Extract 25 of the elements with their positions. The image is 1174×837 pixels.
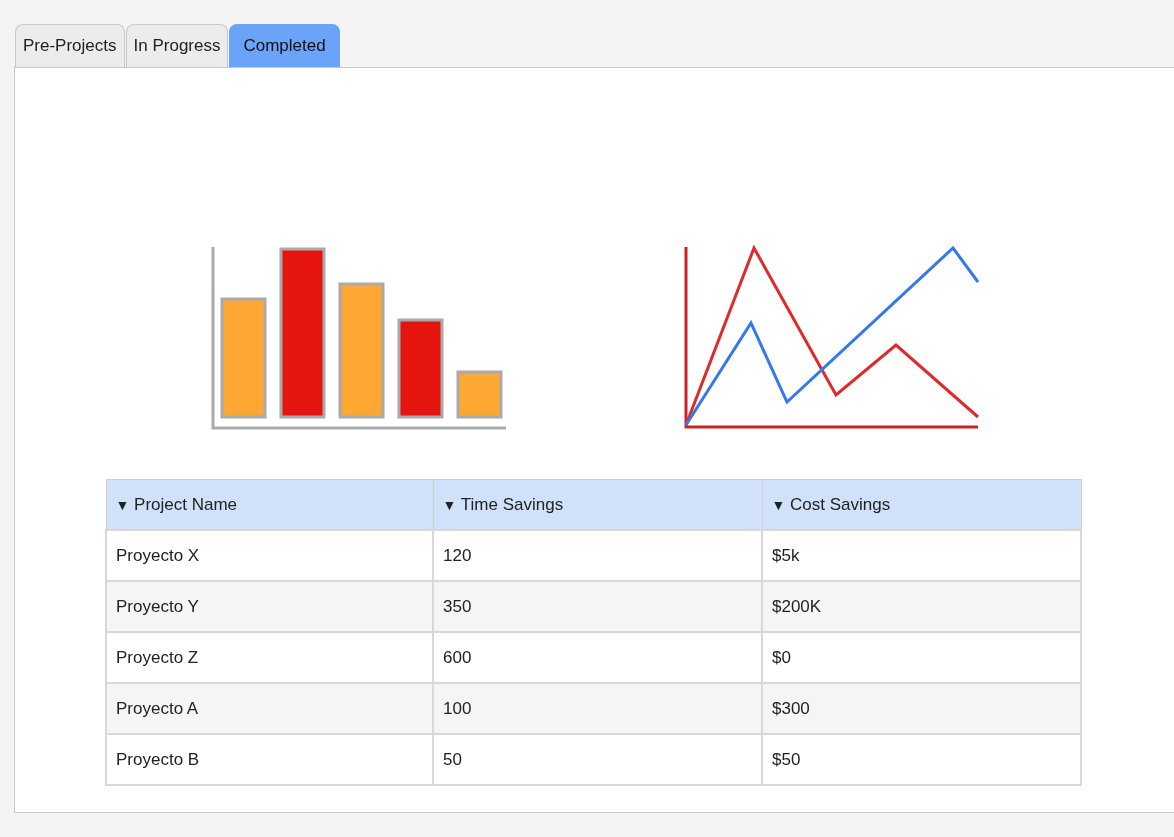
- table-cell: 100: [433, 683, 762, 734]
- column-header[interactable]: ▼ Cost Savings: [762, 479, 1081, 530]
- column-title: Project Name: [134, 494, 238, 514]
- sort-arrow: ▼: [115, 496, 130, 513]
- column-header[interactable]: ▼ Project Name: [106, 479, 433, 530]
- table-cell: Proyecto A: [106, 683, 433, 734]
- sort-arrow: ▼: [442, 496, 457, 513]
- column-title: Time Savings: [460, 494, 564, 514]
- column-title: Cost Savings: [790, 494, 891, 514]
- table-cell: Proyecto Y: [106, 581, 433, 632]
- table-cell: Proyecto B: [106, 734, 433, 785]
- sort-arrow: ▼: [771, 496, 786, 513]
- table-cell: 50: [433, 734, 762, 785]
- table-cell: $200K: [762, 581, 1081, 632]
- chart-bar: [456, 370, 503, 419]
- table-cell: $300: [762, 683, 1081, 734]
- table-cell: $5k: [762, 530, 1081, 581]
- table-cell: Proyecto X: [106, 530, 433, 581]
- column-header[interactable]: ▼ Time Savings: [433, 479, 762, 530]
- table-cell: 350: [433, 581, 762, 632]
- table-cell: $50: [762, 734, 1081, 785]
- tab[interactable]: Pre-Projects: [15, 24, 125, 67]
- tab[interactable]: Completed: [229, 24, 340, 67]
- tab[interactable]: In Progress: [125, 24, 229, 67]
- table-cell: 120: [433, 530, 762, 581]
